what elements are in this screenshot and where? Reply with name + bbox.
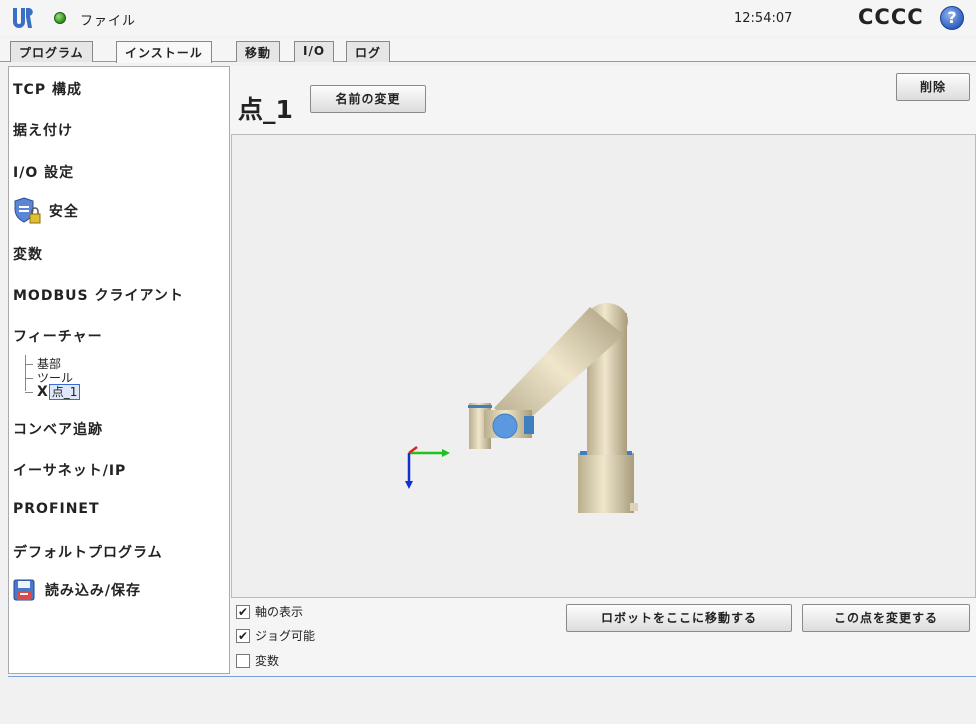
tab-io[interactable]: I/O bbox=[294, 41, 335, 62]
sidebar-item-safety[interactable]: 安全 bbox=[13, 197, 79, 225]
tree-item-label: 基部 bbox=[37, 357, 62, 371]
checkbox-box[interactable]: ✔ bbox=[236, 604, 250, 619]
checkbox-box[interactable]: ✔ bbox=[236, 628, 250, 643]
tab-program[interactable]: プログラム bbox=[10, 41, 93, 62]
tree-item-label: ツール bbox=[37, 371, 74, 385]
tab-installation[interactable]: インストール bbox=[116, 41, 212, 63]
file-menu[interactable]: ファイル bbox=[80, 10, 136, 29]
sidebar-item-label: イーサネット/IP bbox=[13, 463, 127, 479]
robot-3d-view[interactable] bbox=[231, 134, 976, 598]
checkbox-label: ジョグ可能 bbox=[255, 629, 316, 643]
sidebar-item-label: デフォルトプログラム bbox=[13, 545, 163, 561]
ur-logo-icon[interactable] bbox=[10, 6, 34, 30]
show-axes-checkbox[interactable]: ✔ 軸の表示 bbox=[236, 603, 303, 620]
sidebar-item-profinet[interactable]: PROFINET bbox=[13, 501, 100, 517]
save-disk-icon bbox=[13, 579, 35, 601]
change-point-button[interactable]: この点を変更する bbox=[802, 604, 970, 632]
clock: 12:54:07 bbox=[734, 11, 793, 26]
point-panel: 点_1 名前の変更 削除 ✔ 軸の表示 ✔ ジョグ可能 変数 ロボットをここに移… bbox=[230, 66, 976, 676]
sidebar-item-label: PROFINET bbox=[13, 501, 100, 517]
sidebar-item-variables[interactable]: 変数 bbox=[13, 244, 43, 264]
tree-item-label: 点_1 bbox=[48, 384, 81, 400]
tab-log[interactable]: ログ bbox=[346, 41, 391, 62]
sidebar-item-label: 読み込み/保存 bbox=[44, 583, 141, 599]
variable-checkbox[interactable]: 変数 bbox=[236, 652, 279, 669]
sidebar-item-mounting[interactable]: 据え付け bbox=[13, 120, 73, 140]
sidebar-item-label: 据え付け bbox=[13, 123, 73, 139]
sidebar-item-conveyor[interactable]: コンベア追跡 bbox=[13, 419, 103, 439]
sidebar-item-label: MODBUS クライアント bbox=[13, 288, 184, 304]
sidebar-item-label: I/O 設定 bbox=[13, 165, 75, 181]
sidebar-item-label: 変数 bbox=[13, 247, 43, 263]
feature-tree: 基部 ツール X 点_1 bbox=[25, 355, 81, 400]
help-icon[interactable]: ? bbox=[940, 6, 964, 30]
robot-status-icon bbox=[54, 12, 66, 24]
installation-sidebar: TCP 構成 据え付け I/O 設定 安全 変数 MODBUS クライアント フ… bbox=[8, 66, 230, 674]
checkbox-label: 変数 bbox=[255, 654, 280, 668]
tab-move[interactable]: 移動 bbox=[236, 41, 281, 62]
sidebar-item-label: 安全 bbox=[48, 204, 79, 220]
sidebar-item-default-program[interactable]: デフォルトプログラム bbox=[13, 542, 163, 562]
shield-lock-icon bbox=[14, 197, 41, 224]
jogable-checkbox[interactable]: ✔ ジョグ可能 bbox=[236, 627, 315, 644]
sidebar-item-features[interactable]: フィーチャー bbox=[13, 326, 103, 346]
checkbox-box[interactable] bbox=[236, 653, 250, 668]
point-title: 点_1 bbox=[238, 95, 293, 124]
rename-button[interactable]: 名前の変更 bbox=[310, 85, 426, 113]
top-bar: ファイル 12:54:07 CCCC ? bbox=[0, 0, 976, 36]
sidebar-item-label: コンベア追跡 bbox=[13, 422, 103, 438]
main-tabs: プログラム インストール 移動 I/O ログ bbox=[0, 38, 976, 63]
checkbox-label: 軸の表示 bbox=[255, 605, 304, 619]
footer-divider bbox=[8, 676, 976, 677]
tree-item-point[interactable]: X 点_1 bbox=[25, 384, 81, 400]
delete-button[interactable]: 削除 bbox=[896, 73, 970, 101]
sidebar-item-modbus[interactable]: MODBUS クライアント bbox=[13, 285, 184, 305]
tree-item-tool[interactable]: ツール bbox=[25, 371, 80, 385]
sidebar-item-tcp[interactable]: TCP 構成 bbox=[13, 79, 82, 99]
robot-name: CCCC bbox=[858, 5, 924, 29]
tree-item-base[interactable]: 基部 bbox=[25, 357, 80, 371]
sidebar-item-io-setup[interactable]: I/O 設定 bbox=[13, 162, 74, 182]
robot-arm-render bbox=[405, 303, 638, 513]
sidebar-item-load-save[interactable]: 読み込み/保存 bbox=[13, 579, 141, 601]
sidebar-item-label: TCP 構成 bbox=[13, 82, 82, 98]
move-robot-here-button[interactable]: ロボットをここに移動する bbox=[566, 604, 792, 632]
sidebar-item-label: フィーチャー bbox=[13, 329, 103, 345]
sidebar-item-ethernet-ip[interactable]: イーサネット/IP bbox=[13, 460, 126, 480]
point-x-icon: X bbox=[37, 384, 48, 400]
